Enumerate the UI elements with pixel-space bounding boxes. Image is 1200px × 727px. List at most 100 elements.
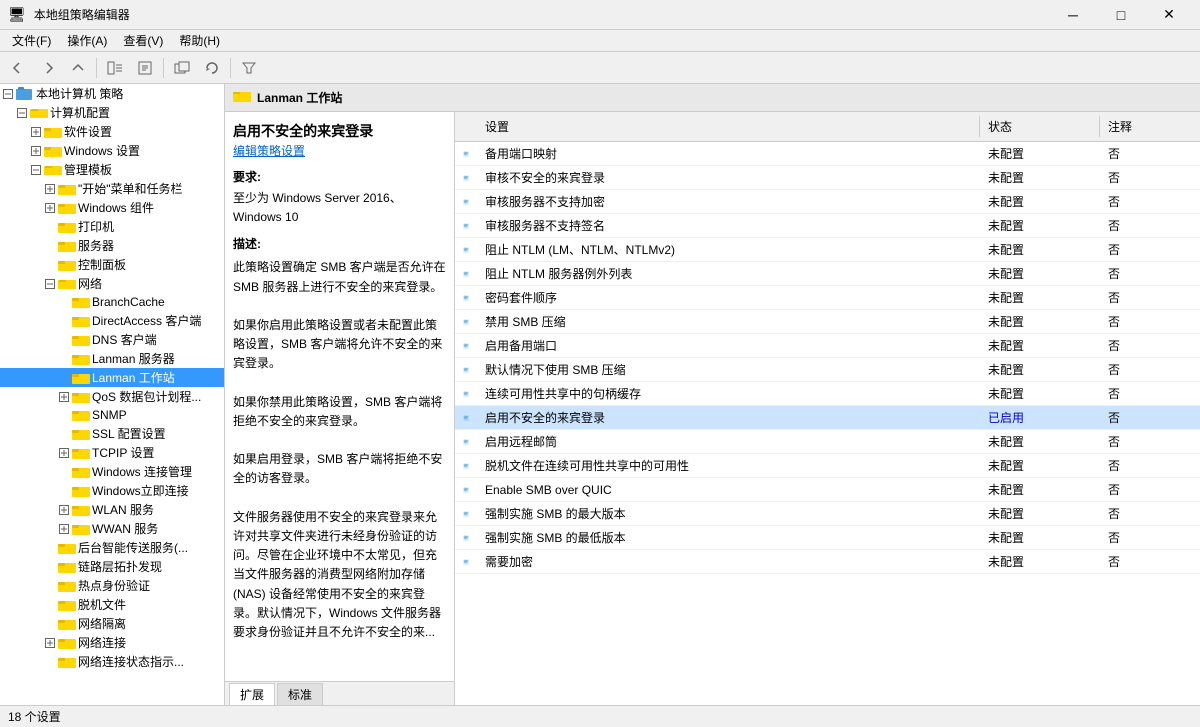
up-button[interactable] bbox=[64, 55, 92, 81]
tree-item-net-connect-status[interactable]: 网络连接状态指示... bbox=[0, 652, 224, 671]
setting-cell: 备用端口映射 bbox=[477, 142, 980, 165]
expand-icon[interactable] bbox=[56, 502, 72, 518]
expand-icon[interactable] bbox=[42, 540, 58, 556]
expand-icon[interactable] bbox=[56, 351, 72, 367]
list-row[interactable]: 启用不安全的来宾登录已启用否 bbox=[455, 406, 1200, 430]
tab-standard[interactable]: 标准 bbox=[277, 683, 323, 705]
tree-item-local-policy[interactable]: 本地计算机 策略 bbox=[0, 84, 224, 103]
tree-item-branch-cache[interactable]: BranchCache bbox=[0, 293, 224, 311]
tree-item-hotspot-auth[interactable]: 热点身份验证 bbox=[0, 576, 224, 595]
menu-file[interactable]: 文件(F) bbox=[4, 30, 59, 51]
expand-icon[interactable] bbox=[56, 407, 72, 423]
status-cell: 未配置 bbox=[980, 310, 1100, 333]
expand-icon[interactable] bbox=[56, 294, 72, 310]
expand-icon[interactable] bbox=[56, 521, 72, 537]
list-row[interactable]: Enable SMB over QUIC未配置否 bbox=[455, 478, 1200, 502]
expand-icon[interactable] bbox=[56, 370, 72, 386]
close-button[interactable]: ✕ bbox=[1146, 0, 1192, 30]
tree-item-server[interactable]: 服务器 bbox=[0, 236, 224, 255]
tree-item-network[interactable]: 网络 bbox=[0, 274, 224, 293]
list-row[interactable]: 连续可用性共享中的句柄缓存未配置否 bbox=[455, 382, 1200, 406]
expand-icon[interactable] bbox=[42, 616, 58, 632]
expand-icon[interactable] bbox=[28, 162, 44, 178]
properties-button[interactable] bbox=[131, 55, 159, 81]
expand-icon[interactable] bbox=[42, 578, 58, 594]
list-row[interactable]: 审核服务器不支持加密未配置否 bbox=[455, 190, 1200, 214]
list-row[interactable]: 需要加密未配置否 bbox=[455, 550, 1200, 574]
tree-item-tcpip[interactable]: TCPIP 设置 bbox=[0, 443, 224, 462]
expand-icon[interactable] bbox=[56, 483, 72, 499]
menu-help[interactable]: 帮助(H) bbox=[171, 30, 228, 51]
expand-icon[interactable] bbox=[56, 426, 72, 442]
tree-item-bg-transfer[interactable]: 后台智能传送服务(... bbox=[0, 538, 224, 557]
tree-item-lanman-workstation[interactable]: Lanman 工作站 bbox=[0, 368, 224, 387]
filter-button[interactable] bbox=[235, 55, 263, 81]
list-row[interactable]: 审核服务器不支持签名未配置否 bbox=[455, 214, 1200, 238]
expand-icon[interactable] bbox=[56, 332, 72, 348]
expand-icon[interactable] bbox=[56, 445, 72, 461]
expand-icon[interactable] bbox=[42, 219, 58, 235]
tree-item-windows-settings[interactable]: Windows 设置 bbox=[0, 141, 224, 160]
tree-item-software-settings[interactable]: 软件设置 bbox=[0, 122, 224, 141]
tree-item-net-isolation[interactable]: 网络隔离 bbox=[0, 614, 224, 633]
tree-item-snmp[interactable]: SNMP bbox=[0, 406, 224, 424]
list-row[interactable]: 密码套件顺序未配置否 bbox=[455, 286, 1200, 310]
tree-item-windows-instant[interactable]: Windows立即连接 bbox=[0, 481, 224, 500]
tree-item-net-connect[interactable]: 网络连接 bbox=[0, 633, 224, 652]
tree-item-computer-config[interactable]: 计算机配置 bbox=[0, 103, 224, 122]
expand-icon[interactable] bbox=[56, 464, 72, 480]
maximize-button[interactable]: □ bbox=[1098, 0, 1144, 30]
minimize-button[interactable]: ─ bbox=[1050, 0, 1096, 30]
expand-icon[interactable] bbox=[56, 389, 72, 405]
list-row[interactable]: 强制实施 SMB 的最低版本未配置否 bbox=[455, 526, 1200, 550]
list-row[interactable]: 强制实施 SMB 的最大版本未配置否 bbox=[455, 502, 1200, 526]
expand-icon[interactable] bbox=[42, 597, 58, 613]
tree-item-qos[interactable]: QoS 数据包计划程... bbox=[0, 387, 224, 406]
expand-icon[interactable] bbox=[42, 238, 58, 254]
tree-item-windows-connect[interactable]: Windows 连接管理 bbox=[0, 462, 224, 481]
expand-icon[interactable] bbox=[56, 313, 72, 329]
tab-expand[interactable]: 扩展 bbox=[229, 683, 275, 705]
tree-item-ssl-config[interactable]: SSL 配置设置 bbox=[0, 424, 224, 443]
list-row[interactable]: 默认情况下使用 SMB 压缩未配置否 bbox=[455, 358, 1200, 382]
tree-item-wwan[interactable]: WWAN 服务 bbox=[0, 519, 224, 538]
tree-item-wlan[interactable]: WLAN 服务 bbox=[0, 500, 224, 519]
list-row[interactable]: 启用备用端口未配置否 bbox=[455, 334, 1200, 358]
expand-icon[interactable] bbox=[28, 143, 44, 159]
tree-item-dns-client[interactable]: DNS 客户端 bbox=[0, 330, 224, 349]
list-row[interactable]: 阻止 NTLM (LM、NTLM、NTLMv2)未配置否 bbox=[455, 238, 1200, 262]
list-row[interactable]: 备用端口映射未配置否 bbox=[455, 142, 1200, 166]
list-row[interactable]: 脱机文件在连续可用性共享中的可用性未配置否 bbox=[455, 454, 1200, 478]
refresh-button[interactable] bbox=[198, 55, 226, 81]
tree-item-printer[interactable]: 打印机 bbox=[0, 217, 224, 236]
tree-item-admin-templates[interactable]: 管理模板 bbox=[0, 160, 224, 179]
back-button[interactable] bbox=[4, 55, 32, 81]
edit-policy-link[interactable]: 编辑策略设置 bbox=[233, 144, 305, 158]
show-hide-tree-button[interactable] bbox=[101, 55, 129, 81]
tree-item-offline-files[interactable]: 脱机文件 bbox=[0, 595, 224, 614]
expand-icon[interactable] bbox=[42, 276, 58, 292]
list-row[interactable]: 审核不安全的来宾登录未配置否 bbox=[455, 166, 1200, 190]
menu-view[interactable]: 查看(V) bbox=[115, 30, 171, 51]
tree-item-lanman-server[interactable]: Lanman 服务器 bbox=[0, 349, 224, 368]
expand-icon[interactable] bbox=[28, 124, 44, 140]
expand-icon[interactable] bbox=[42, 181, 58, 197]
list-row[interactable]: 禁用 SMB 压缩未配置否 bbox=[455, 310, 1200, 334]
tree-item-start-menu[interactable]: "开始"菜单和任务栏 bbox=[0, 179, 224, 198]
tree-item-control-panel[interactable]: 控制面板 bbox=[0, 255, 224, 274]
expand-icon[interactable] bbox=[42, 654, 58, 670]
expand-icon[interactable] bbox=[42, 200, 58, 216]
expand-icon[interactable] bbox=[14, 105, 30, 121]
expand-icon[interactable] bbox=[42, 257, 58, 273]
list-row[interactable]: 启用远程邮筒未配置否 bbox=[455, 430, 1200, 454]
forward-button[interactable] bbox=[34, 55, 62, 81]
tree-item-windows-components[interactable]: Windows 组件 bbox=[0, 198, 224, 217]
tree-item-link-layer[interactable]: 链路层拓扑发现 bbox=[0, 557, 224, 576]
expand-icon[interactable] bbox=[0, 86, 16, 102]
new-window-button[interactable] bbox=[168, 55, 196, 81]
menu-action[interactable]: 操作(A) bbox=[59, 30, 115, 51]
expand-icon[interactable] bbox=[42, 635, 58, 651]
expand-icon[interactable] bbox=[42, 559, 58, 575]
tree-item-direct-access[interactable]: DirectAccess 客户端 bbox=[0, 311, 224, 330]
list-row[interactable]: 阻止 NTLM 服务器例外列表未配置否 bbox=[455, 262, 1200, 286]
